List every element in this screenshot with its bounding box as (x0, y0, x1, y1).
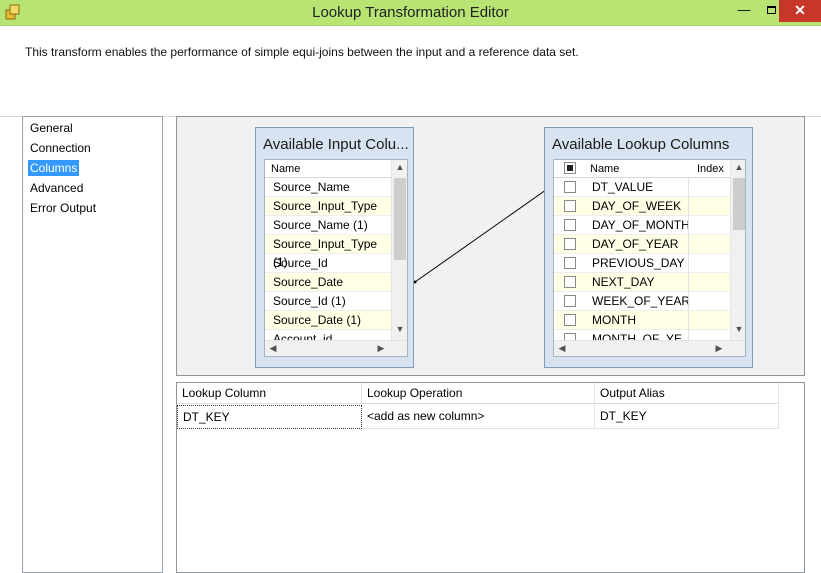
lookup-operation-cell[interactable]: <add as new column> (362, 405, 595, 429)
lookup-column-row[interactable]: DAY_OF_WEEK (554, 197, 730, 216)
lookup-grid-header: Name Index (554, 160, 730, 178)
lookup-column-checkbox[interactable] (564, 276, 576, 288)
close-button[interactable]: ✕ (779, 0, 821, 22)
lookup-column-row[interactable]: DAY_OF_MONTH (554, 216, 730, 235)
input-column-label: Source_Input_Type (273, 199, 378, 213)
page-navigation: General Connection Columns Advanced Erro… (22, 116, 163, 573)
input-column-row[interactable]: Source_Date (1) (265, 311, 392, 330)
table-row[interactable]: DT_KEY <add as new column> DT_KEY (177, 405, 779, 429)
scroll-right-icon[interactable]: ▶ (373, 343, 389, 354)
select-all-checkbox[interactable] (564, 162, 576, 174)
title-bar: Lookup Transformation Editor — ✕ (0, 0, 821, 26)
lookup-column-label: PREVIOUS_DAY (592, 256, 685, 270)
lookup-header-index: Index (697, 163, 724, 175)
lookup-column-checkbox[interactable] (564, 238, 576, 250)
output-alias-cell[interactable]: DT_KEY (595, 405, 779, 429)
input-columns-box[interactable]: Available Input Colu... Name Source_Name… (255, 127, 414, 368)
index-column-divider (688, 178, 689, 340)
input-columns-grid: Name Source_Name Source_Input_Type Sourc… (264, 159, 408, 357)
lookup-column-label: DT_VALUE (592, 180, 654, 194)
nav-item-connection[interactable]: Connection (28, 140, 93, 156)
input-column-row[interactable]: Source_Input_Type (1) (265, 235, 392, 269)
input-column-label: Source_Date (273, 275, 344, 289)
input-vertical-scrollbar[interactable]: ▲ ▼ (391, 160, 407, 340)
scroll-thumb[interactable] (394, 178, 406, 260)
input-column-row[interactable]: Source_Id (265, 254, 392, 273)
lookup-column-cell[interactable]: DT_KEY (177, 405, 362, 429)
lookup-column-checkbox[interactable] (564, 314, 576, 326)
lookup-column-row[interactable]: NEXT_DAY (554, 273, 730, 292)
column-mapping-designer[interactable]: Available Input Colu... Name Source_Name… (176, 116, 805, 376)
lookup-column-label: MONTH (592, 313, 636, 327)
header-lookup-operation[interactable]: Lookup Operation (362, 383, 595, 403)
input-column-row[interactable]: Source_Input_Type (265, 197, 392, 216)
transform-description: This transform enables the performance o… (25, 45, 579, 59)
lookup-horizontal-scrollbar[interactable]: ◀ ▶ (554, 340, 745, 356)
lookup-column-checkbox[interactable] (564, 257, 576, 269)
lookup-output-grid: Lookup Column Lookup Operation Output Al… (176, 382, 805, 573)
input-column-row[interactable]: Source_Name (1) (265, 216, 392, 235)
input-column-row[interactable]: Source_Id (1) (265, 292, 392, 311)
lookup-column-row[interactable]: DT_VALUE (554, 178, 730, 197)
lookup-column-checkbox[interactable] (564, 181, 576, 193)
lookup-columns-grid: Name Index DT_VALUE DAY_OF_WEEK DAY_OF_M… (553, 159, 746, 357)
input-grid-header: Name (265, 160, 392, 178)
input-column-label: Source_Id (1) (273, 294, 346, 308)
header-panel: This transform enables the performance o… (0, 26, 821, 117)
lookup-column-checkbox[interactable] (564, 219, 576, 231)
mapping-grid-header: Lookup Column Lookup Operation Output Al… (177, 383, 779, 404)
input-columns-title: Available Input Colu... (263, 136, 409, 153)
scroll-up-icon[interactable]: ▲ (392, 162, 407, 172)
scroll-left-icon[interactable]: ◀ (554, 343, 570, 354)
nav-item-advanced[interactable]: Advanced (28, 180, 85, 196)
lookup-vertical-scrollbar[interactable]: ▲ ▼ (730, 160, 745, 340)
scroll-right-icon[interactable]: ▶ (711, 343, 727, 354)
minimize-button[interactable]: — (729, 0, 759, 22)
scroll-down-icon[interactable]: ▼ (731, 324, 745, 334)
window-title: Lookup Transformation Editor (312, 4, 509, 21)
lookup-column-label: DAY_OF_MONTH (592, 218, 690, 232)
scroll-up-icon[interactable]: ▲ (731, 162, 745, 172)
lookup-column-label: WEEK_OF_YEAR (592, 294, 691, 308)
lookup-column-checkbox[interactable] (564, 295, 576, 307)
nav-item-general[interactable]: General (28, 120, 75, 136)
lookup-column-label: NEXT_DAY (592, 275, 655, 289)
input-column-row[interactable]: Source_Date (265, 273, 392, 292)
input-column-label: Source_Date (1) (273, 313, 362, 327)
input-column-row[interactable]: Source_Name (265, 178, 392, 197)
lookup-column-row[interactable]: WEEK_OF_YEAR (554, 292, 730, 311)
header-output-alias[interactable]: Output Alias (595, 383, 779, 403)
lookup-column-checkbox[interactable] (564, 200, 576, 212)
lookup-columns-title: Available Lookup Columns (552, 136, 730, 153)
lookup-column-row[interactable]: DAY_OF_YEAR (554, 235, 730, 254)
scroll-down-icon[interactable]: ▼ (392, 324, 407, 334)
header-lookup-column[interactable]: Lookup Column (177, 383, 362, 403)
lookup-column-label: DAY_OF_WEEK (592, 199, 682, 213)
lookup-header-name: Name (590, 163, 620, 175)
scroll-thumb[interactable] (733, 178, 745, 230)
input-column-label: Source_Name (1) (273, 218, 368, 232)
lookup-columns-box[interactable]: Available Lookup Columns Name Index DT_V… (544, 127, 753, 368)
scroll-left-icon[interactable]: ◀ (265, 343, 281, 354)
nav-item-error-output[interactable]: Error Output (28, 200, 98, 216)
lookup-column-label: DAY_OF_YEAR (592, 237, 679, 251)
input-column-label: Source_Id (273, 256, 328, 270)
input-horizontal-scrollbar[interactable]: ◀ ▶ (265, 340, 407, 356)
maximize-icon (766, 6, 776, 14)
input-column-label: Source_Name (273, 180, 350, 194)
nav-item-columns[interactable]: Columns (28, 160, 80, 176)
lookup-column-row[interactable]: PREVIOUS_DAY (554, 254, 730, 273)
lookup-column-row[interactable]: MONTH (554, 311, 730, 330)
input-header-name: Name (271, 163, 301, 175)
